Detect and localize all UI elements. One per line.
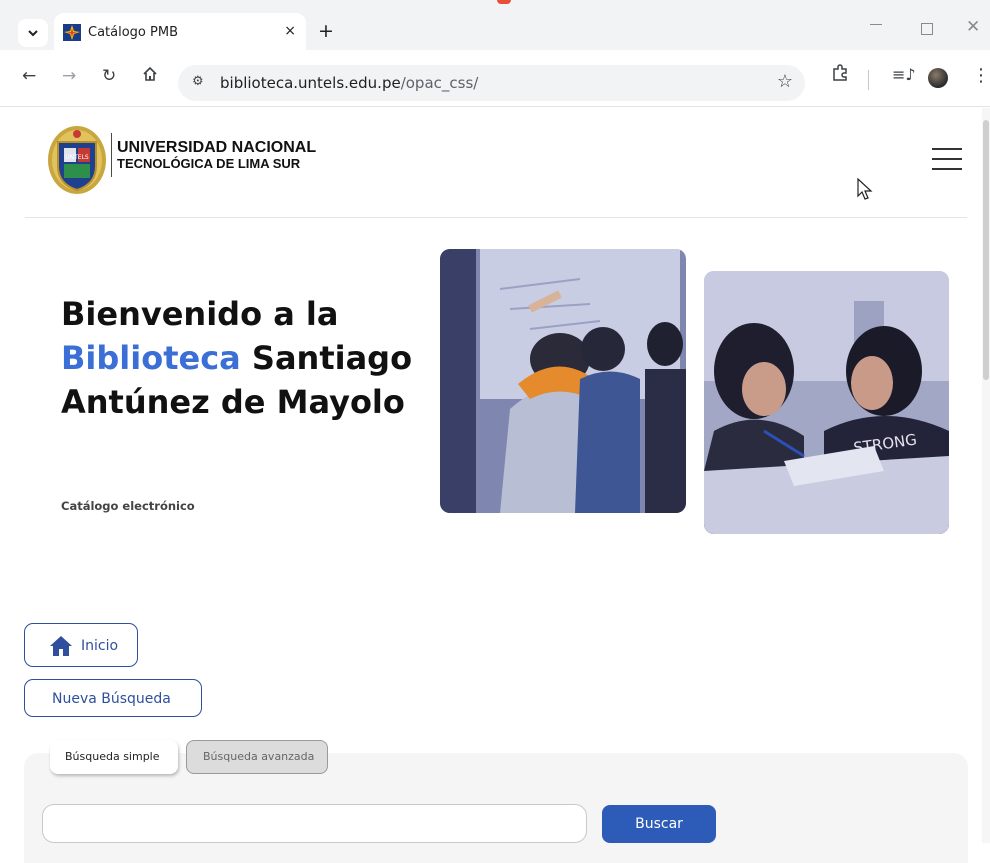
hero-subtitle: Catálogo electrónico xyxy=(61,499,195,513)
house-icon xyxy=(50,636,72,656)
university-name: UNIVERSIDAD NACIONAL TECNOLÓGICA DE LIMA… xyxy=(117,140,316,172)
home-button[interactable]: Inicio xyxy=(24,623,138,667)
hero-title: Bienvenido a la Biblioteca Santiago Antú… xyxy=(61,292,421,424)
profile-icon[interactable] xyxy=(928,68,948,88)
university-name-line1: UNIVERSIDAD NACIONAL xyxy=(117,139,317,156)
tab-search-button[interactable] xyxy=(18,19,48,47)
url-text: biblioteca.untels.edu.pe/opac_css/ xyxy=(220,74,478,92)
tab-advanced-search[interactable]: Búsqueda avanzada xyxy=(186,740,328,774)
university-logo: UNTELS xyxy=(48,126,106,194)
browser-toolbar: ← → ↻ ⚙ biblioteca.untels.edu.pe/opac_cs… xyxy=(0,50,990,107)
forward-icon[interactable]: → xyxy=(62,66,76,86)
reload-icon[interactable]: ↻ xyxy=(102,66,116,86)
extensions-icon[interactable] xyxy=(830,63,850,87)
browser-tab-active[interactable]: Catálogo PMB × xyxy=(54,13,306,50)
toolbar-divider xyxy=(868,70,869,90)
tab-advanced-search-label: Búsqueda avanzada xyxy=(203,750,315,763)
window-accent xyxy=(497,0,511,4)
page-scrollbar[interactable] xyxy=(982,108,990,843)
url-domain: biblioteca.untels.edu.pe xyxy=(220,74,401,92)
tab-close-button[interactable]: × xyxy=(284,23,296,39)
university-name-line2: TECNOLÓGICA DE LIMA SUR xyxy=(117,156,301,171)
mouse-cursor-icon xyxy=(857,178,873,200)
hero-title-highlight: Biblioteca xyxy=(61,339,241,377)
hamburger-menu-icon[interactable] xyxy=(932,148,962,172)
new-search-button-label: Nueva Búsqueda xyxy=(52,691,171,707)
site-info-icon[interactable]: ⚙ xyxy=(192,74,204,89)
window-minimize-button[interactable] xyxy=(870,24,882,25)
students-whiteboard-photo xyxy=(440,249,686,513)
url-path: /opac_css/ xyxy=(400,74,479,92)
menu-icon[interactable]: ⋮ xyxy=(972,65,990,86)
students-studying-photo: STRONG xyxy=(704,271,949,534)
favicon-icon xyxy=(63,24,81,41)
media-icon[interactable]: ≡♪ xyxy=(892,65,916,84)
chevron-down-icon xyxy=(28,29,38,36)
star-icon[interactable]: ☆ xyxy=(777,71,793,92)
tab-simple-search-label: Búsqueda simple xyxy=(65,750,160,763)
address-bar[interactable]: ⚙ biblioteca.untels.edu.pe/opac_css/ ☆ xyxy=(178,65,805,101)
new-search-button[interactable]: Nueva Búsqueda xyxy=(24,679,202,717)
window-maximize-button[interactable] xyxy=(921,23,933,35)
scrollbar-thumb[interactable] xyxy=(983,120,989,380)
home-icon[interactable] xyxy=(142,66,158,87)
tab-simple-search[interactable]: Búsqueda simple xyxy=(50,740,178,774)
search-button[interactable]: Buscar xyxy=(602,805,716,843)
hero-title-part1: Bienvenido a la xyxy=(61,295,339,333)
home-button-label: Inicio xyxy=(81,638,119,654)
new-tab-button[interactable]: + xyxy=(318,22,334,41)
browser-tab-strip: Catálogo PMB × + ✕ xyxy=(0,0,990,50)
tab-title: Catálogo PMB xyxy=(88,25,178,40)
header-divider xyxy=(25,217,967,218)
logo-text: UNTELS xyxy=(65,154,89,161)
search-input[interactable] xyxy=(42,804,587,843)
logo-divider xyxy=(111,133,112,177)
back-icon[interactable]: ← xyxy=(22,66,36,86)
window-close-button[interactable]: ✕ xyxy=(966,17,980,37)
